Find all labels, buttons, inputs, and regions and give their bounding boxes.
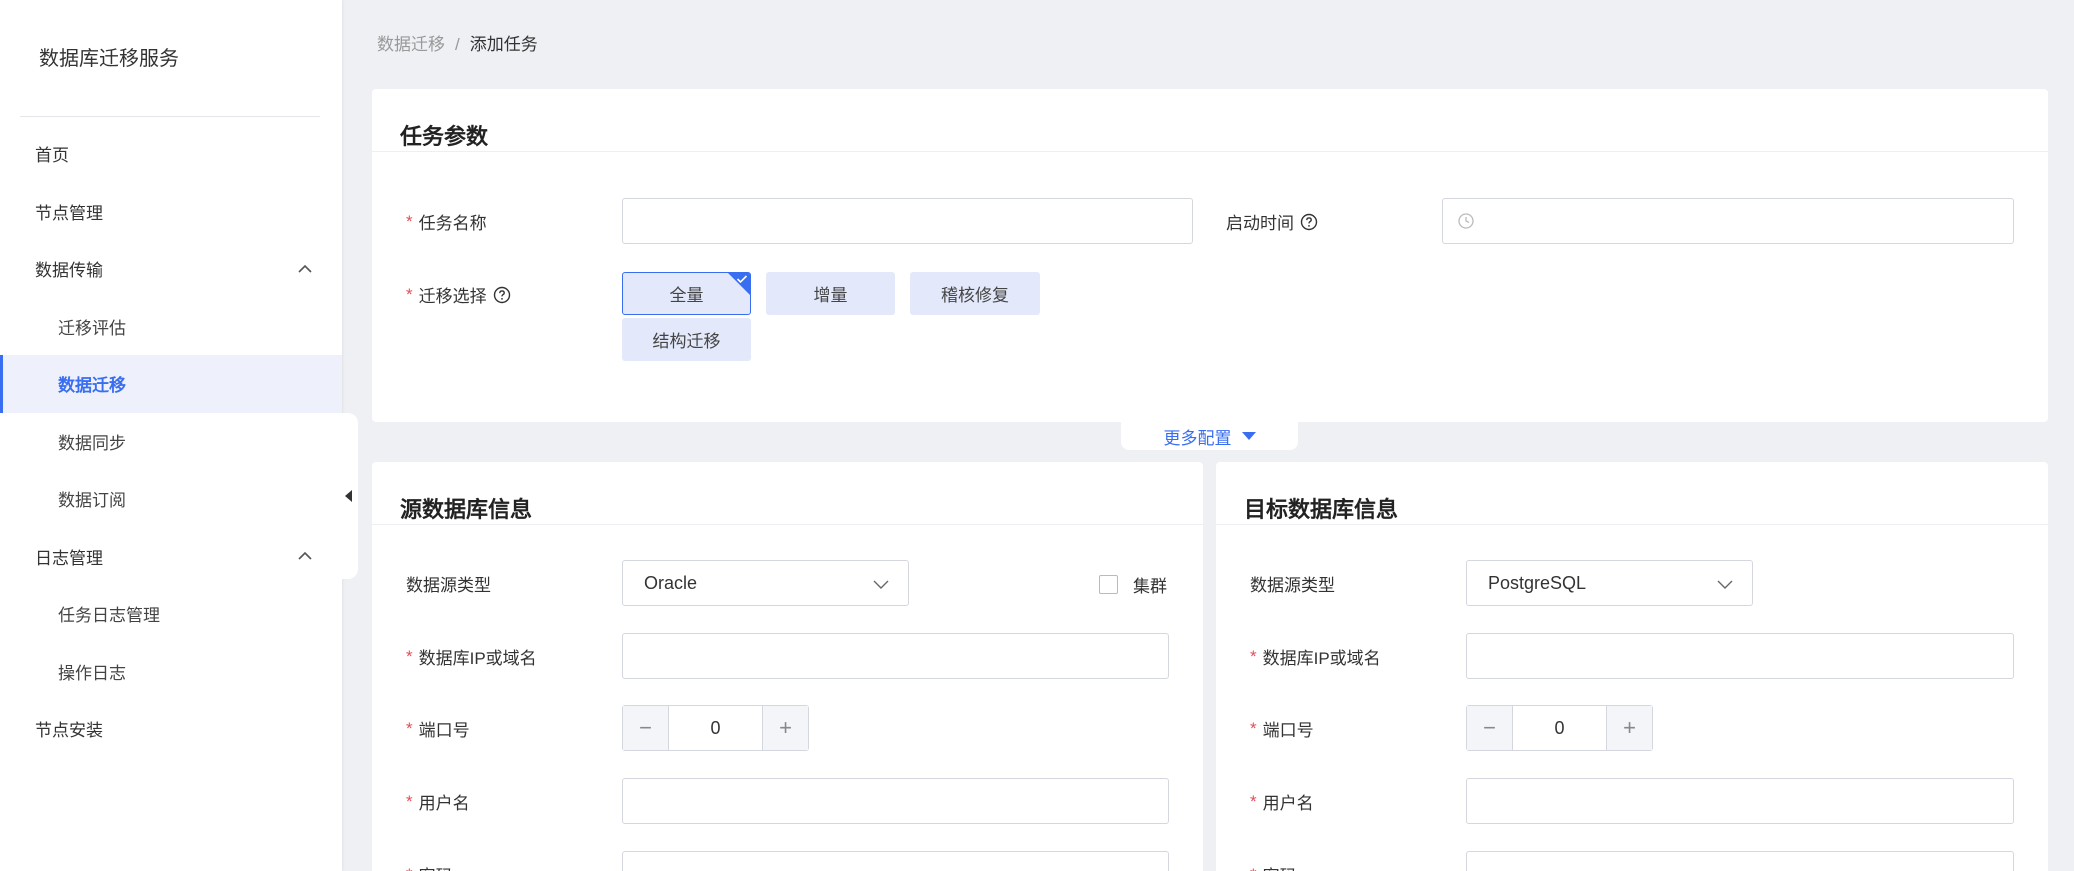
source-password-label: *密码 bbox=[406, 862, 453, 871]
sidebar-item-data-transfer[interactable]: 数据传输 bbox=[0, 240, 342, 298]
sidebar-item-log-management[interactable]: 日志管理 bbox=[0, 528, 342, 586]
port-value[interactable]: 0 bbox=[669, 706, 762, 750]
source-ip-input[interactable] bbox=[622, 633, 1169, 679]
breadcrumb-parent-link[interactable]: 数据迁移 bbox=[377, 35, 445, 54]
target-ip-input[interactable] bbox=[1466, 633, 2014, 679]
target-type-label: 数据源类型 bbox=[1250, 576, 1335, 595]
sidebar-nav: 首页 节点管理 数据传输 迁移评估 数据迁移 数据同步 数据订阅 日志管理 任务… bbox=[0, 125, 342, 758]
source-password-input[interactable] bbox=[622, 851, 1169, 871]
required-mark: * bbox=[406, 284, 413, 304]
sidebar-item-task-log-management[interactable]: 任务日志管理 bbox=[0, 585, 342, 643]
source-type-select[interactable]: Oracle bbox=[622, 560, 909, 606]
chevron-down-icon bbox=[873, 580, 889, 589]
card-title: 目标数据库信息 bbox=[1244, 497, 1399, 522]
required-mark: * bbox=[406, 791, 413, 811]
target-port-stepper[interactable]: − 0 + bbox=[1466, 705, 1653, 751]
task-name-input[interactable] bbox=[622, 198, 1193, 244]
required-mark: * bbox=[1250, 646, 1257, 666]
plus-button[interactable]: + bbox=[1606, 706, 1652, 750]
minus-button[interactable]: − bbox=[623, 706, 669, 750]
chevron-up-icon bbox=[298, 264, 312, 273]
minus-button[interactable]: − bbox=[1467, 706, 1513, 750]
clock-icon bbox=[1458, 213, 1474, 229]
breadcrumb-current: 添加任务 bbox=[469, 35, 538, 54]
help-icon[interactable] bbox=[1300, 213, 1318, 231]
breadcrumb: 数据迁移 / 添加任务 bbox=[377, 30, 538, 55]
source-ip-label: * 数据库IP或域名 bbox=[406, 646, 537, 669]
divider bbox=[20, 116, 320, 117]
sidebar-item-data-subscription[interactable]: 数据订阅 bbox=[0, 470, 342, 528]
sidebar-item-label: 首页 bbox=[35, 146, 69, 166]
required-mark: * bbox=[1250, 791, 1257, 811]
card-title: 源数据库信息 bbox=[400, 497, 533, 522]
help-icon[interactable] bbox=[493, 286, 511, 304]
source-port-label: * 端口号 bbox=[406, 718, 470, 741]
sidebar-item-label: 迁移评估 bbox=[58, 318, 126, 338]
sidebar-item-node-install[interactable]: 节点安装 bbox=[0, 700, 342, 758]
source-type-label: 数据源类型 bbox=[406, 576, 491, 595]
sidebar-item-home[interactable]: 首页 bbox=[0, 125, 342, 183]
sidebar-item-operation-log[interactable]: 操作日志 bbox=[0, 643, 342, 701]
divider bbox=[372, 524, 1203, 525]
task-name-label: * 任务名称 bbox=[406, 211, 487, 234]
chevron-up-icon bbox=[298, 552, 312, 560]
required-mark: * bbox=[1250, 718, 1257, 738]
sidebar-item-label: 操作日志 bbox=[58, 663, 126, 683]
sidebar-item-label: 数据传输 bbox=[35, 261, 103, 281]
sidebar-item-data-sync[interactable]: 数据同步 bbox=[0, 413, 342, 471]
option-schema-migration-chip[interactable]: 结构迁移 bbox=[622, 318, 751, 361]
breadcrumb-separator: / bbox=[455, 35, 460, 54]
checkbox-box[interactable] bbox=[1099, 575, 1118, 594]
divider bbox=[372, 151, 2048, 152]
chevron-down-icon bbox=[1717, 580, 1733, 589]
sidebar-item-data-migration[interactable]: 数据迁移 bbox=[0, 355, 342, 413]
option-audit-repair-chip[interactable]: 稽核修复 bbox=[910, 272, 1040, 315]
caret-down-icon bbox=[1241, 432, 1256, 440]
sidebar-collapse-toggle[interactable] bbox=[338, 413, 358, 579]
required-mark: * bbox=[406, 865, 413, 871]
sidebar-item-label: 日志管理 bbox=[35, 548, 103, 568]
card-title: 任务参数 bbox=[400, 124, 489, 149]
source-user-label: * 用户名 bbox=[406, 791, 470, 814]
source-user-input[interactable] bbox=[622, 778, 1169, 824]
sidebar-item-label: 数据同步 bbox=[58, 433, 126, 453]
caret-left-icon bbox=[344, 490, 352, 502]
option-full-chip[interactable]: 全量 bbox=[622, 272, 751, 315]
migration-select-label: * 迁移选择 bbox=[406, 282, 511, 307]
start-time-label: 启动时间 bbox=[1226, 209, 1318, 234]
check-icon bbox=[736, 275, 748, 284]
sidebar-item-label: 节点管理 bbox=[35, 203, 103, 223]
sidebar-item-label: 任务日志管理 bbox=[58, 606, 160, 626]
cluster-checkbox[interactable]: 集群 bbox=[1099, 572, 1167, 597]
app-title: 数据库迁移服务 bbox=[39, 48, 179, 70]
plus-button[interactable]: + bbox=[762, 706, 808, 750]
task-params-card: 任务参数 * 任务名称 启动时间 * 迁移选择 全量 增量 稽核修复 结构迁移 bbox=[372, 89, 2048, 422]
required-mark: * bbox=[406, 718, 413, 738]
required-mark: * bbox=[1250, 865, 1257, 871]
more-config-button[interactable]: 更多配置 bbox=[1121, 422, 1298, 450]
sidebar-item-node-management[interactable]: 节点管理 bbox=[0, 183, 342, 241]
target-user-label: * 用户名 bbox=[1250, 791, 1314, 814]
option-incremental-chip[interactable]: 增量 bbox=[766, 272, 895, 315]
sidebar: 数据库迁移服务 首页 节点管理 数据传输 迁移评估 数据迁移 数据同步 数据订阅… bbox=[0, 0, 342, 871]
sidebar-item-migration-assessment[interactable]: 迁移评估 bbox=[0, 298, 342, 356]
sidebar-item-label: 数据迁移 bbox=[58, 376, 126, 396]
source-db-card: 源数据库信息 数据源类型 Oracle 集群 * 数据库IP或域名 * 端口号 − … bbox=[372, 462, 1203, 871]
start-time-input[interactable] bbox=[1442, 198, 2014, 244]
required-mark: * bbox=[406, 646, 413, 666]
target-password-input[interactable] bbox=[1466, 851, 2014, 871]
sidebar-item-label: 数据订阅 bbox=[58, 491, 126, 511]
target-password-label: *密码 bbox=[1250, 862, 1297, 871]
sidebar-item-label: 节点安装 bbox=[35, 721, 103, 741]
port-value[interactable]: 0 bbox=[1513, 706, 1606, 750]
target-port-label: * 端口号 bbox=[1250, 718, 1314, 741]
source-port-stepper[interactable]: − 0 + bbox=[622, 705, 809, 751]
divider bbox=[1216, 524, 2048, 525]
target-type-select[interactable]: PostgreSQL bbox=[1466, 560, 1753, 606]
target-db-card: 目标数据库信息 数据源类型 PostgreSQL * 数据库IP或域名 * 端口号 … bbox=[1216, 462, 2048, 871]
target-ip-label: * 数据库IP或域名 bbox=[1250, 646, 1381, 669]
target-user-input[interactable] bbox=[1466, 778, 2014, 824]
required-mark: * bbox=[406, 211, 413, 231]
